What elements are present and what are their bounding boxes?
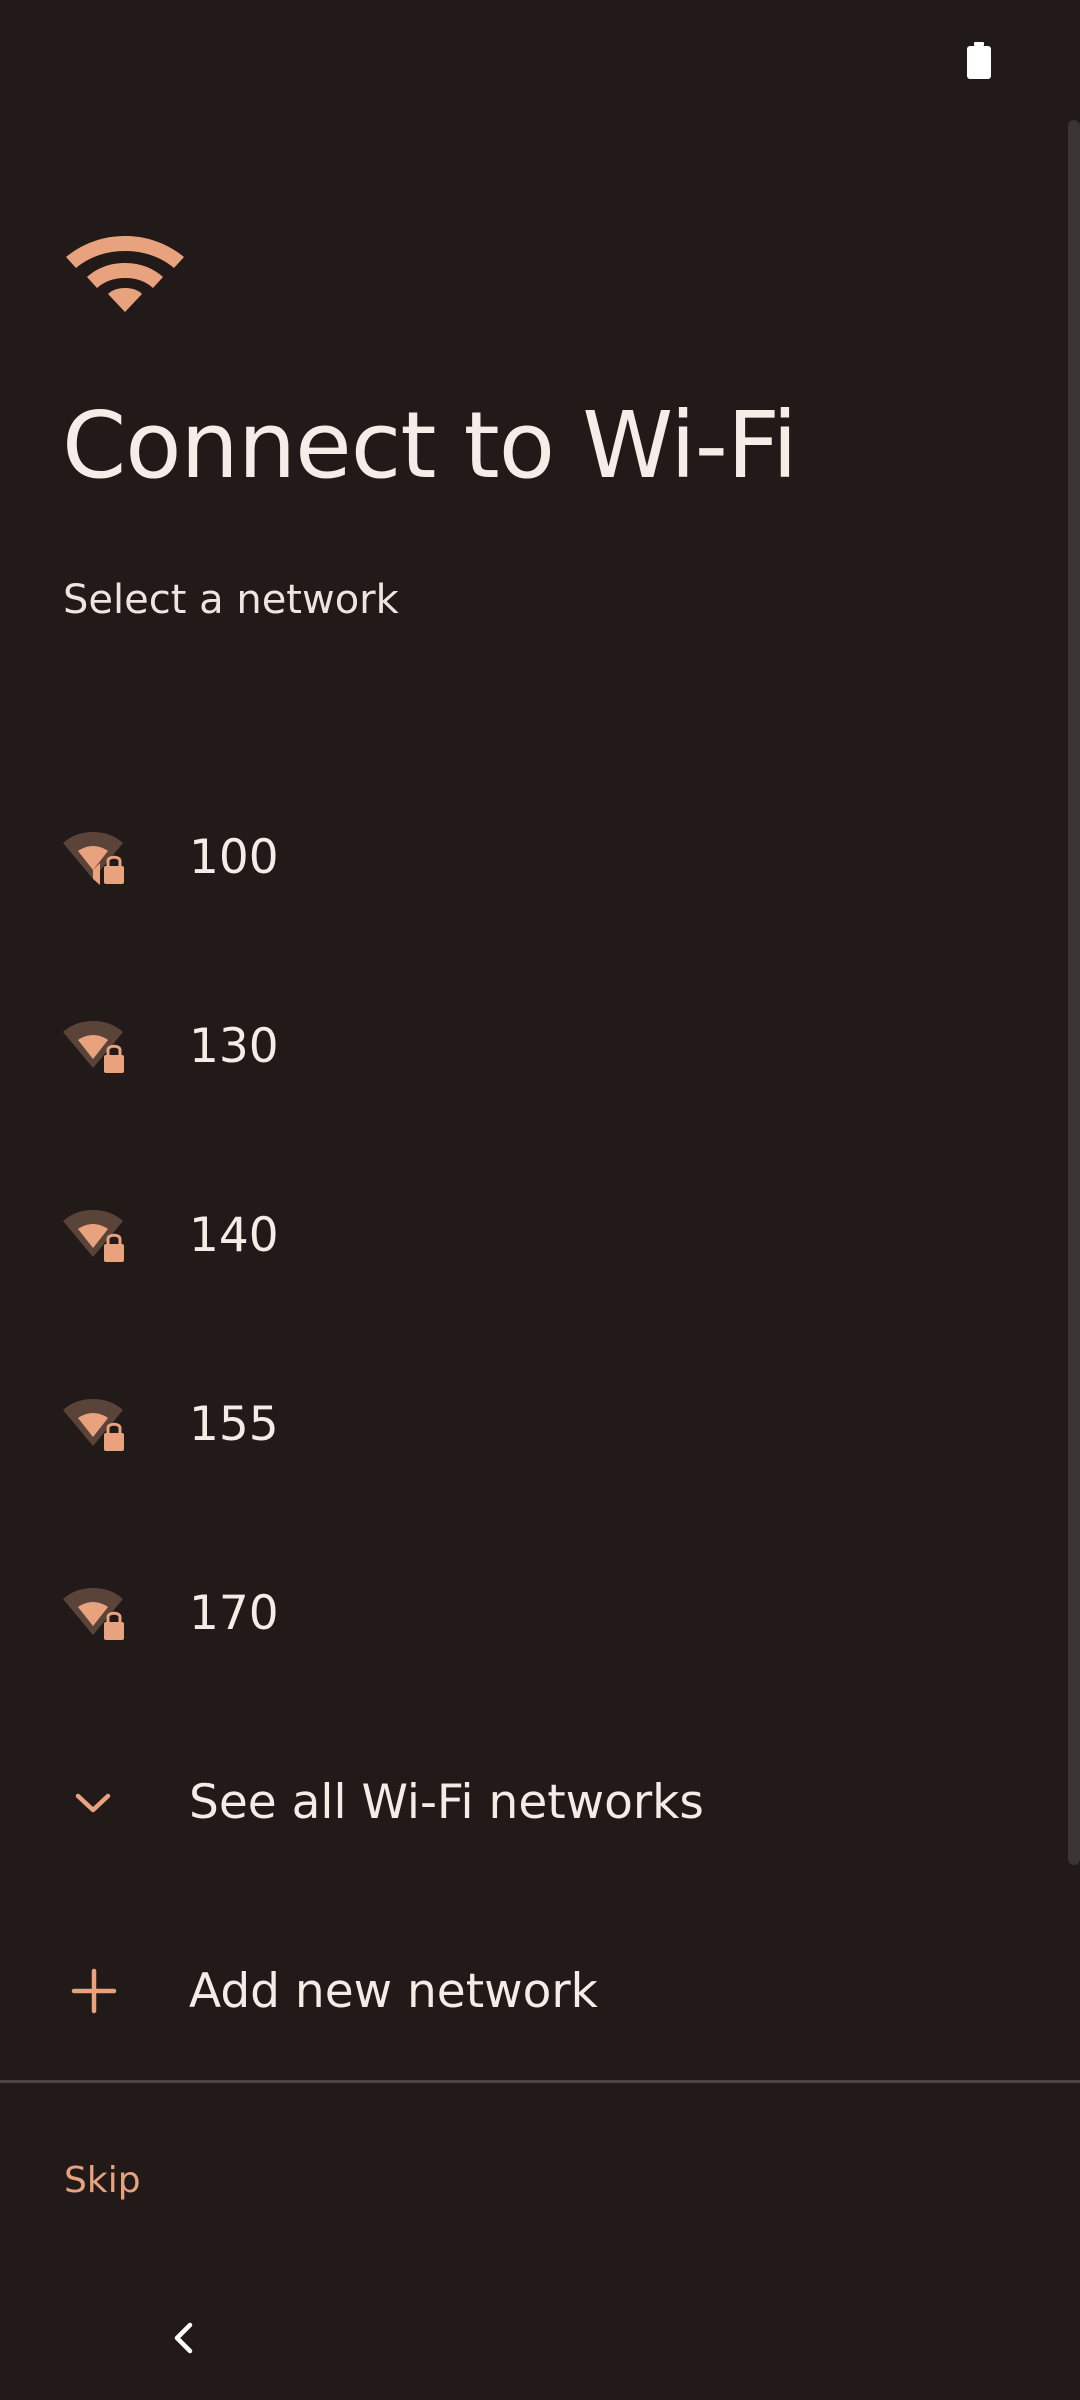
network-item[interactable]: 100 bbox=[0, 763, 1060, 952]
network-name: 130 bbox=[189, 1019, 279, 1074]
network-item[interactable]: 155 bbox=[0, 1330, 1060, 1519]
wifi-lock-icon bbox=[63, 1210, 124, 1262]
add-new-label: Add new network bbox=[189, 1964, 598, 2019]
network-name: 155 bbox=[189, 1397, 279, 1452]
page-subtitle: Select a network bbox=[63, 577, 399, 623]
battery-icon bbox=[967, 42, 991, 79]
back-chevron-icon[interactable] bbox=[150, 2305, 216, 2371]
network-item[interactable]: 170 bbox=[0, 1519, 1060, 1708]
network-item[interactable]: 140 bbox=[0, 1141, 1060, 1330]
chevron-down-icon bbox=[75, 1793, 111, 1813]
divider bbox=[0, 2080, 1080, 2083]
wifi-setup-screen: Connect to Wi-Fi Select a network 100 13… bbox=[0, 0, 1080, 2400]
plus-icon bbox=[71, 1968, 117, 2014]
wifi-lock-icon bbox=[63, 1588, 124, 1640]
status-bar bbox=[0, 0, 1080, 120]
network-name: 140 bbox=[189, 1208, 279, 1263]
wifi-icon bbox=[66, 236, 184, 312]
page-title: Connect to Wi-Fi bbox=[62, 392, 798, 499]
add-new-network-button[interactable]: Add new network bbox=[0, 1897, 1060, 2086]
scrollbar[interactable] bbox=[1068, 120, 1080, 1865]
see-all-networks-button[interactable]: See all Wi-Fi networks bbox=[0, 1708, 1060, 1897]
wifi-lock-icon bbox=[63, 1399, 124, 1451]
wifi-lock-icon bbox=[63, 832, 124, 885]
skip-button[interactable]: Skip bbox=[40, 2140, 165, 2220]
network-name: 100 bbox=[189, 830, 279, 885]
wifi-lock-icon bbox=[63, 1021, 124, 1073]
network-name: 170 bbox=[189, 1586, 279, 1641]
network-item[interactable]: 130 bbox=[0, 952, 1060, 1141]
see-all-label: See all Wi-Fi networks bbox=[189, 1775, 704, 1830]
